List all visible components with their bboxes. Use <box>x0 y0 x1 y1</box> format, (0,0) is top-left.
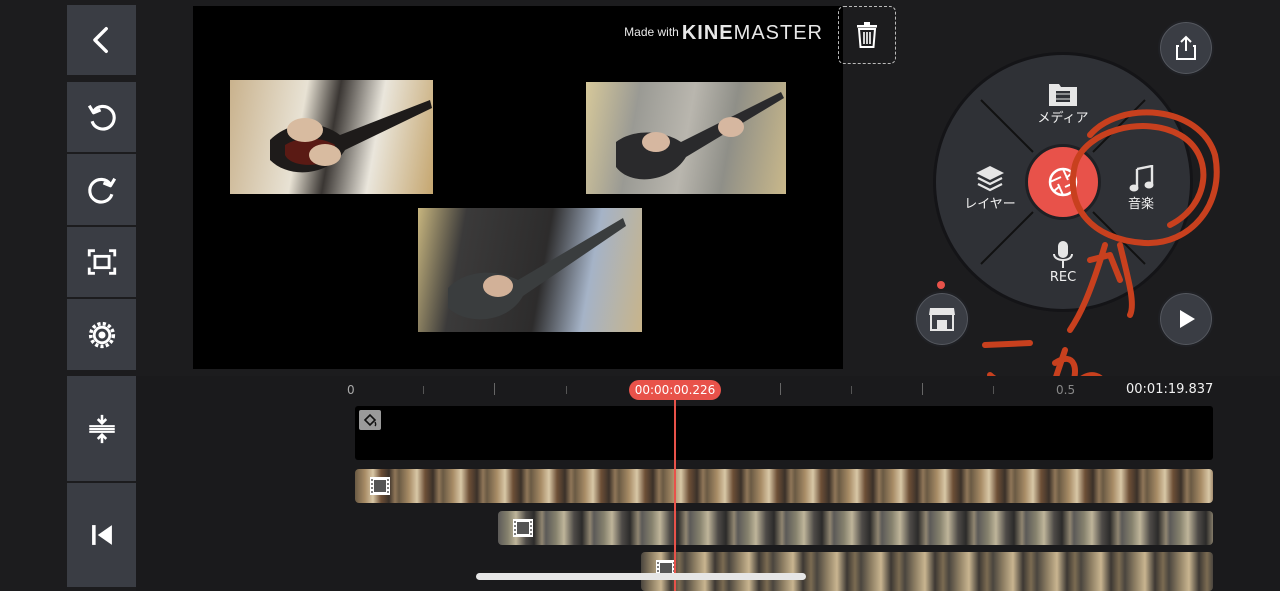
home-indicator[interactable] <box>476 573 806 580</box>
expand-vertical-icon <box>88 414 115 443</box>
film-icon <box>370 477 390 495</box>
film-icon <box>513 519 533 537</box>
video-clip-1[interactable] <box>355 469 1213 503</box>
ruler-tick <box>993 386 994 394</box>
playhead-line[interactable] <box>674 400 676 591</box>
settings-button[interactable] <box>67 299 136 370</box>
redo-icon <box>87 177 116 204</box>
kinemaster-watermark: Made with KINEMASTER <box>624 22 823 44</box>
undo-icon <box>87 104 116 131</box>
video-clip-2[interactable] <box>498 511 1213 545</box>
ruler-tick <box>494 383 495 395</box>
total-duration: 00:01:19.837 <box>1126 382 1214 397</box>
redo-button[interactable] <box>67 154 136 225</box>
ruler-tick <box>851 386 852 394</box>
ruler-tick <box>922 383 923 395</box>
jump-to-start-button[interactable] <box>67 483 136 587</box>
handwritten-annotation <box>982 109 1220 398</box>
ruler-tick <box>423 386 424 394</box>
preview-clip-2 <box>586 82 786 194</box>
store-notification-dot <box>937 281 945 289</box>
asset-store-button[interactable] <box>914 291 970 347</box>
chevron-left-icon <box>92 26 108 54</box>
ruler-tick <box>780 383 781 395</box>
ruler-mid-label: 0.5 <box>1056 383 1076 397</box>
undo-button[interactable] <box>67 82 136 152</box>
playhead-time[interactable]: 00:00:00.226 <box>629 380 721 400</box>
video-preview[interactable]: Made with KINEMASTER <box>193 6 843 369</box>
store-icon <box>929 308 955 331</box>
track-height-button[interactable] <box>67 376 136 481</box>
gear-icon <box>88 321 115 348</box>
fill-icon-badge <box>359 410 381 430</box>
paint-bucket-icon <box>363 413 377 427</box>
preview-clip-3 <box>418 208 642 332</box>
trash-icon <box>857 22 877 48</box>
background-track[interactable] <box>355 406 1213 460</box>
fullscreen-icon <box>87 249 116 275</box>
delete-button[interactable] <box>838 6 896 64</box>
ruler-start-label: 0 <box>347 383 355 397</box>
preview-clip-1 <box>230 80 433 194</box>
back-button[interactable] <box>67 5 136 75</box>
video-clip-3[interactable] <box>641 552 1213 591</box>
ruler-tick <box>566 386 567 394</box>
skip-start-icon <box>91 525 112 545</box>
fullscreen-button[interactable] <box>67 227 136 297</box>
